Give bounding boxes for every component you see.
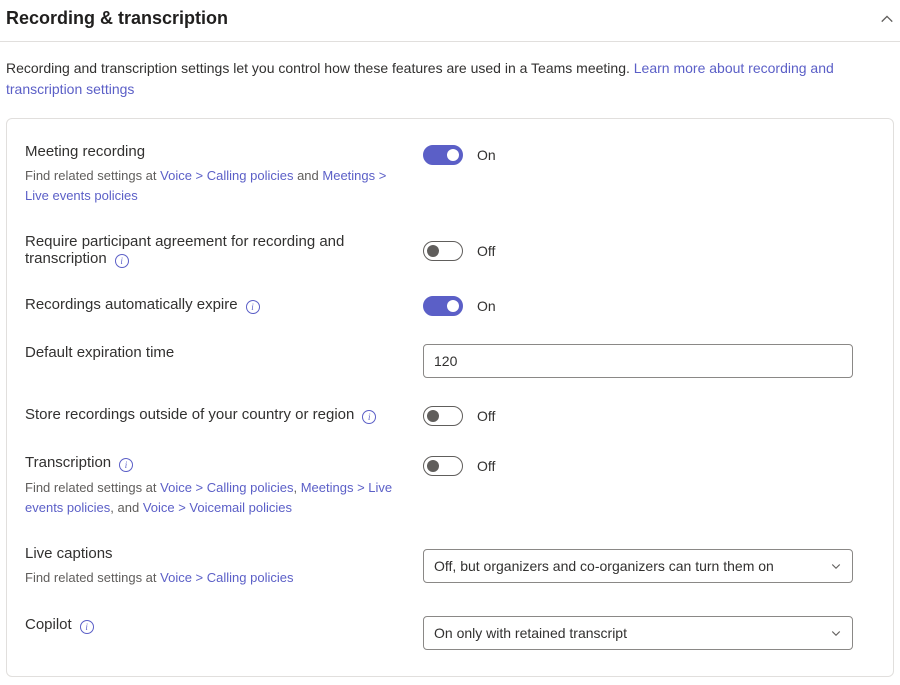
require-agreement-label: Require participant agreement for record…	[25, 233, 344, 267]
section-description: Recording and transcription settings let…	[0, 42, 900, 118]
toggle-state-label: Off	[477, 243, 495, 259]
link-voice-calling-policies[interactable]: Voice > Calling policies	[160, 570, 293, 585]
description-text: Recording and transcription settings let…	[6, 60, 634, 76]
label-col: Live captions Find related settings at V…	[25, 545, 405, 588]
chevron-up-icon[interactable]	[880, 12, 894, 26]
row-default-expiration: Default expiration time	[7, 330, 893, 392]
transcription-toggle[interactable]	[423, 456, 463, 476]
control-col: Off	[423, 241, 875, 261]
control-col: Off, but organizers and co-organizers ca…	[423, 549, 875, 583]
toggle-state-label: On	[477, 147, 496, 163]
row-meeting-recording: Meeting recording Find related settings …	[7, 129, 893, 219]
default-expiration-label: Default expiration time	[25, 344, 174, 361]
meeting-recording-label: Meeting recording	[25, 143, 145, 160]
default-expiration-input[interactable]	[423, 344, 853, 378]
live-captions-select[interactable]: Off, but organizers and co-organizers ca…	[423, 549, 853, 583]
info-icon[interactable]: i	[119, 458, 133, 472]
live-captions-sublabel: Find related settings at Voice > Calling…	[25, 568, 405, 588]
label-col: Transcription i Find related settings at…	[25, 454, 405, 517]
meeting-recording-sublabel: Find related settings at Voice > Calling…	[25, 166, 405, 205]
row-transcription: Transcription i Find related settings at…	[7, 440, 893, 531]
row-copilot: Copilot i On only with retained transcri…	[7, 602, 893, 664]
info-icon[interactable]: i	[362, 410, 376, 424]
auto-expire-toggle[interactable]	[423, 296, 463, 316]
chevron-down-icon	[830, 560, 842, 572]
control-col: On	[423, 143, 875, 165]
label-col: Recordings automatically expire i	[25, 296, 405, 314]
toggle-state-label: Off	[477, 408, 495, 424]
require-agreement-toggle[interactable]	[423, 241, 463, 261]
section-header: Recording & transcription	[0, 0, 900, 42]
select-value: Off, but organizers and co-organizers ca…	[434, 558, 774, 574]
row-auto-expire: Recordings automatically expire i On	[7, 282, 893, 330]
label-col: Require participant agreement for record…	[25, 233, 405, 268]
copilot-select[interactable]: On only with retained transcript	[423, 616, 853, 650]
control-col: Off	[423, 454, 875, 476]
store-outside-toggle[interactable]	[423, 406, 463, 426]
link-voice-calling-policies[interactable]: Voice > Calling policies	[160, 168, 293, 183]
info-icon[interactable]: i	[80, 620, 94, 634]
live-captions-label: Live captions	[25, 545, 113, 562]
settings-panel: Meeting recording Find related settings …	[6, 118, 894, 677]
select-value: On only with retained transcript	[434, 625, 627, 641]
chevron-down-icon	[830, 627, 842, 639]
label-col: Copilot i	[25, 616, 405, 634]
row-require-agreement: Require participant agreement for record…	[7, 219, 893, 282]
toggle-state-label: Off	[477, 458, 495, 474]
toggle-state-label: On	[477, 298, 496, 314]
store-outside-label: Store recordings outside of your country…	[25, 406, 354, 423]
link-voice-calling-policies[interactable]: Voice > Calling policies	[160, 480, 293, 495]
info-icon[interactable]: i	[115, 254, 129, 268]
auto-expire-label: Recordings automatically expire	[25, 296, 238, 313]
row-live-captions: Live captions Find related settings at V…	[7, 531, 893, 602]
link-voicemail-policies[interactable]: Voice > Voicemail policies	[143, 500, 292, 515]
copilot-label: Copilot	[25, 616, 72, 633]
transcription-sublabel: Find related settings at Voice > Calling…	[25, 478, 405, 517]
control-col: Off	[423, 406, 875, 426]
control-col: On only with retained transcript	[423, 616, 875, 650]
info-icon[interactable]: i	[246, 300, 260, 314]
meeting-recording-toggle[interactable]	[423, 145, 463, 165]
label-col: Default expiration time	[25, 344, 405, 361]
row-store-outside: Store recordings outside of your country…	[7, 392, 893, 440]
section-title: Recording & transcription	[6, 8, 228, 29]
transcription-label: Transcription	[25, 454, 111, 471]
control-col	[423, 344, 875, 378]
label-col: Store recordings outside of your country…	[25, 406, 405, 424]
control-col: On	[423, 296, 875, 316]
label-col: Meeting recording Find related settings …	[25, 143, 405, 205]
